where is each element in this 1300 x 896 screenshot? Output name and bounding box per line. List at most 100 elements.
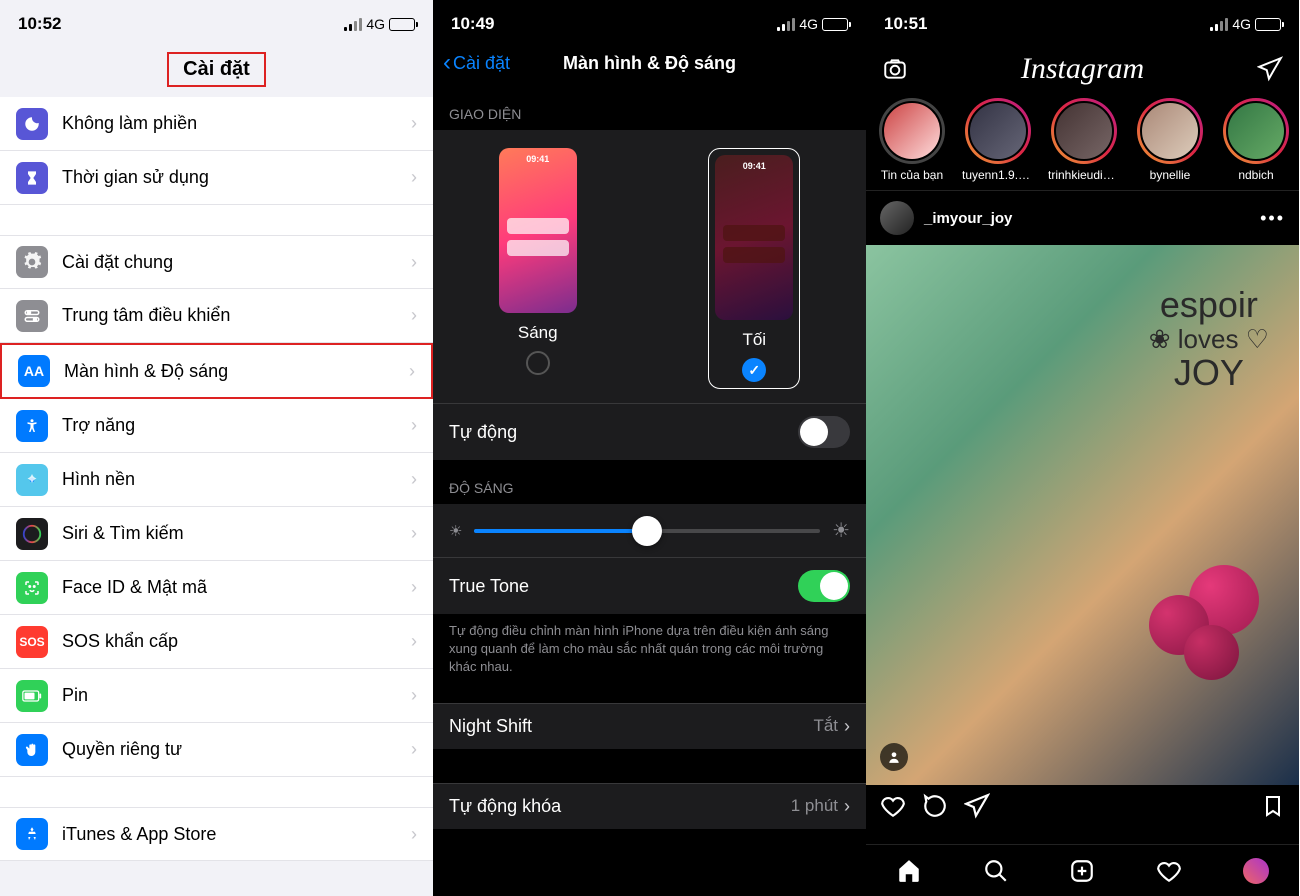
switches-icon [16, 300, 48, 332]
automatic-row[interactable]: Tự động [433, 403, 866, 460]
item-control-center[interactable]: Trung tâm điều khiển › [0, 289, 433, 343]
chevron-icon: › [844, 716, 850, 737]
autolock-row[interactable]: Tự động khóa 1 phút › [433, 783, 866, 829]
text-size-icon: AA [18, 355, 50, 387]
hourglass-icon [16, 162, 48, 194]
nightshift-label: Night Shift [449, 716, 532, 737]
gear-icon [16, 246, 48, 278]
light-radio[interactable] [526, 351, 550, 375]
appearance-light[interactable]: 09:41 Sáng [499, 148, 577, 389]
item-do-not-disturb[interactable]: Không làm phiền › [0, 97, 433, 151]
chevron-icon: › [411, 824, 417, 845]
like-icon[interactable] [880, 793, 906, 819]
item-siri[interactable]: Siri & Tìm kiếm › [0, 507, 433, 561]
comment-icon[interactable] [922, 793, 948, 819]
brightness-slider[interactable] [474, 529, 820, 533]
signal-icon [1210, 18, 1228, 31]
item-accessibility[interactable]: Trợ năng › [0, 399, 433, 453]
tab-add[interactable] [1069, 858, 1095, 884]
tab-activity[interactable] [1156, 858, 1182, 884]
chevron-icon: › [411, 577, 417, 598]
signal-icon [344, 18, 362, 31]
wallpaper-icon [16, 464, 48, 496]
post-actions [866, 785, 1299, 827]
item-label: SOS khẩn cấp [62, 631, 411, 652]
tab-search[interactable] [983, 858, 1009, 884]
autolock-value: 1 phút [791, 796, 838, 816]
item-wallpaper[interactable]: Hình nền › [0, 453, 433, 507]
nightshift-row[interactable]: Night Shift Tắt › [433, 703, 866, 749]
network-label: 4G [1232, 16, 1251, 32]
chevron-icon: › [411, 523, 417, 544]
item-label: Trợ năng [62, 415, 411, 436]
chevron-icon: › [411, 113, 417, 134]
chevron-icon: › [411, 739, 417, 760]
chevron-icon: › [411, 252, 417, 273]
item-general[interactable]: Cài đặt chung › [0, 235, 433, 289]
appearance-dark[interactable]: 09:41 Tối [708, 148, 800, 389]
truetone-label: True Tone [449, 576, 529, 597]
tab-home[interactable] [896, 858, 922, 884]
appearance-selector: 09:41 Sáng 09:41 Tối [433, 130, 866, 403]
chevron-icon: › [411, 631, 417, 652]
truetone-row[interactable]: True Tone [433, 557, 866, 614]
chevron-icon: › [411, 469, 417, 490]
stories-row: Tin của bạn tuyenn1.9.7.6 trinhkieudie… … [866, 92, 1299, 191]
item-label: Quyền riêng tư [62, 739, 411, 760]
item-appstore[interactable]: iTunes & App Store › [0, 807, 433, 861]
tab-profile[interactable] [1243, 858, 1269, 884]
item-battery[interactable]: Pin › [0, 669, 433, 723]
item-faceid[interactable]: Face ID & Mật mã › [0, 561, 433, 615]
item-sos[interactable]: SOS SOS khẩn cấp › [0, 615, 433, 669]
item-label: Cài đặt chung [62, 252, 411, 273]
story-item[interactable]: bynellie [1134, 98, 1206, 182]
battery-icon [1255, 18, 1281, 31]
instagram-screen: 10:51 4G Instagram Tin của bạn tuyenn1.9… [866, 0, 1299, 896]
tab-bar [866, 844, 1299, 896]
sos-icon: SOS [16, 626, 48, 658]
story-item[interactable]: trinhkieudie… [1048, 98, 1120, 182]
auto-label: Tự động [449, 422, 517, 443]
settings-screen: 10:52 4G Cài đặt Không làm phiền › Thời … [0, 0, 433, 896]
dark-radio[interactable] [742, 358, 766, 382]
item-label: Hình nền [62, 469, 411, 490]
status-time: 10:51 [884, 14, 927, 34]
tagged-people-icon[interactable] [880, 743, 908, 771]
sun-large-icon: ☀︎ [832, 518, 850, 543]
auto-toggle[interactable] [798, 416, 850, 448]
item-label: Không làm phiền [62, 113, 411, 134]
post-username[interactable]: _imyour_joy [924, 210, 1250, 227]
share-icon[interactable] [964, 793, 990, 819]
appstore-icon [16, 818, 48, 850]
truetone-description: Tự động điều chỉnh màn hình iPhone dựa t… [433, 614, 866, 693]
sun-small-icon: ☀︎ [449, 522, 462, 540]
item-label: iTunes & App Store [62, 824, 411, 845]
dark-preview: 09:41 [715, 155, 793, 320]
post-avatar[interactable] [880, 201, 914, 235]
bookmark-icon[interactable] [1261, 793, 1285, 819]
item-label: Trung tâm điều khiển [62, 305, 411, 326]
messages-icon[interactable] [1257, 56, 1283, 82]
faceid-icon [16, 572, 48, 604]
settings-list: Không làm phiền › Thời gian sử dụng › Cà… [0, 97, 433, 861]
item-screen-time[interactable]: Thời gian sử dụng › [0, 151, 433, 205]
status-bar: 10:49 4G [433, 0, 866, 44]
item-privacy[interactable]: Quyền riêng tư › [0, 723, 433, 777]
post-more-icon[interactable]: ••• [1260, 208, 1285, 229]
story-own[interactable]: Tin của bạn [876, 98, 948, 182]
nightshift-value: Tắt [813, 716, 838, 736]
item-display-brightness[interactable]: AA Màn hình & Độ sáng › [0, 343, 433, 399]
chevron-icon: › [844, 796, 850, 817]
story-item[interactable]: ndbich [1220, 98, 1292, 182]
brightness-header: ĐỘ SÁNG [433, 460, 866, 504]
story-item[interactable]: tuyenn1.9.7.6 [962, 98, 1034, 182]
moon-icon [16, 108, 48, 140]
nav-bar: ‹ Cài đặt Màn hình & Độ sáng [433, 44, 866, 86]
post-image[interactable]: espoir ❀ loves ♡ JOY [866, 245, 1299, 785]
balloon-text: espoir ❀ loves ♡ JOY [1149, 285, 1269, 393]
light-label: Sáng [499, 323, 577, 343]
back-button[interactable]: ‹ Cài đặt [443, 49, 510, 77]
camera-icon[interactable] [882, 56, 908, 82]
light-preview: 09:41 [499, 148, 577, 313]
truetone-toggle[interactable] [798, 570, 850, 602]
